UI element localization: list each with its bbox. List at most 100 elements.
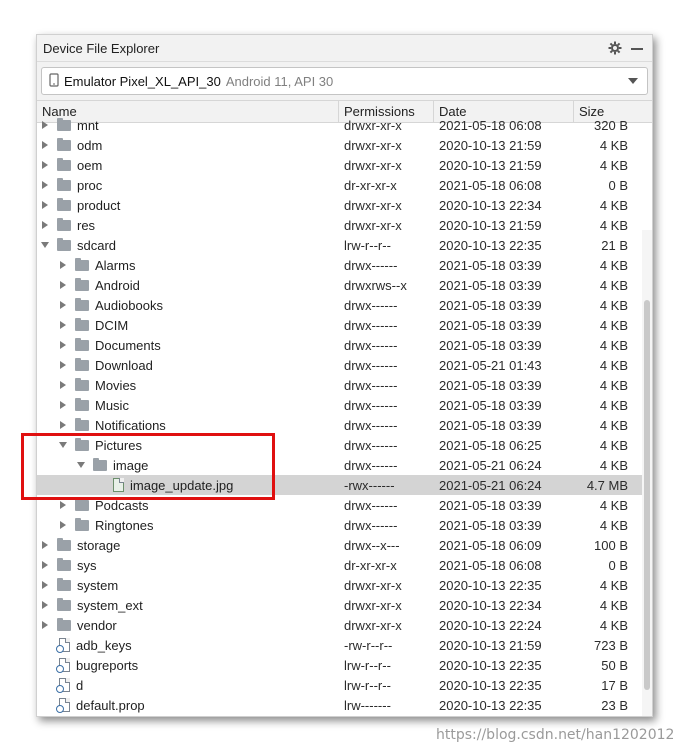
file-link-icon [56, 678, 70, 693]
folder-icon [57, 577, 71, 591]
table-row[interactable]: Documents drwx------ 2021-05-18 03:39 4 KB [37, 335, 652, 355]
permissions-cell: lrw-r--r-- [344, 657, 391, 673]
table-row[interactable]: proc dr-xr-xr-x 2021-05-18 06:08 0 B [37, 175, 652, 195]
expand-arrow-icon[interactable] [39, 199, 51, 211]
expand-arrow-icon[interactable] [39, 219, 51, 231]
size-cell: 23 B [601, 697, 628, 713]
minimize-icon[interactable] [628, 39, 646, 57]
expand-arrow-icon[interactable] [39, 539, 51, 551]
table-row[interactable]: Audiobooks drwx------ 2021-05-18 03:39 4 KB [37, 295, 652, 315]
table-row[interactable]: Ringtones drwx------ 2021-05-18 03:39 4 KB [37, 515, 652, 535]
table-row[interactable]: d lrw-r--r-- 2020-10-13 22:35 17 B [37, 675, 652, 695]
expand-arrow-icon[interactable] [57, 399, 69, 411]
table-row[interactable]: sys dr-xr-xr-x 2021-05-18 06:08 0 B [37, 555, 652, 575]
gear-icon[interactable] [606, 39, 624, 57]
name-cell: system_ext [37, 597, 339, 613]
table-row[interactable]: bugreports lrw-r--r-- 2020-10-13 22:35 50 B [37, 655, 652, 675]
table-row[interactable]: system drwxr-xr-x 2020-10-13 22:35 4 KB [37, 575, 652, 595]
expand-arrow-icon[interactable] [57, 279, 69, 291]
table-row[interactable]: image drwx------ 2021-05-21 06:24 4 KB [37, 455, 652, 475]
table-row[interactable]: oem drwxr-xr-x 2020-10-13 21:59 4 KB [37, 155, 652, 175]
name-cell: res [37, 217, 339, 233]
table-row[interactable]: adb_keys -rw-r--r-- 2020-10-13 21:59 723 B [37, 635, 652, 655]
permissions-cell: dr-xr-xr-x [344, 177, 397, 193]
date-cell: 2021-05-21 06:24 [439, 457, 542, 473]
expand-arrow-icon[interactable] [39, 179, 51, 191]
folder-icon [57, 157, 71, 171]
expand-arrow-icon[interactable] [57, 319, 69, 331]
table-row[interactable]: Music drwx------ 2021-05-18 03:39 4 KB [37, 395, 652, 415]
folder-icon [75, 357, 89, 371]
file-name: d [76, 677, 84, 693]
expand-arrow-icon[interactable] [57, 259, 69, 271]
size-cell: 4 KB [599, 597, 628, 613]
table-row[interactable]: odm drwxr-xr-x 2020-10-13 21:59 4 KB [37, 135, 652, 155]
permissions-cell: drwx------ [344, 257, 398, 273]
size-cell: 4 KB [599, 517, 628, 533]
table-row[interactable]: Movies drwx------ 2021-05-18 03:39 4 KB [37, 375, 652, 395]
table-row[interactable]: storage drwx--x--- 2021-05-18 06:09 100 B [37, 535, 652, 555]
date-cell: 2020-10-13 21:59 [439, 637, 542, 653]
file-name: Pictures [95, 437, 142, 453]
permissions-cell: drwxr-xr-x [344, 117, 402, 133]
scrollbar-thumb[interactable] [644, 300, 650, 690]
size-cell: 21 B [601, 237, 628, 253]
device-name: Emulator Pixel_XL_API_30 [64, 73, 221, 89]
chevron-down-icon [628, 78, 638, 84]
date-cell: 2020-10-13 22:34 [439, 597, 542, 613]
name-cell: Podcasts [37, 497, 339, 513]
file-name: Android [95, 277, 140, 293]
folder-icon [93, 457, 107, 471]
collapse-arrow-icon[interactable] [39, 239, 51, 251]
collapse-arrow-icon[interactable] [57, 439, 69, 451]
date-cell: 2021-05-21 01:43 [439, 357, 542, 373]
device-dropdown[interactable]: Emulator Pixel_XL_API_30 Android 11, API… [41, 67, 648, 95]
permissions-cell: drwxrws--x [344, 277, 407, 293]
expand-arrow-icon[interactable] [57, 499, 69, 511]
expand-arrow-icon[interactable] [39, 599, 51, 611]
expand-arrow-icon[interactable] [39, 619, 51, 631]
expand-arrow-icon[interactable] [39, 139, 51, 151]
name-cell: vendor [37, 617, 339, 633]
table-row[interactable]: Alarms drwx------ 2021-05-18 03:39 4 KB [37, 255, 652, 275]
expand-arrow-icon[interactable] [57, 379, 69, 391]
folder-icon [57, 137, 71, 151]
date-cell: 2021-05-18 06:25 [439, 437, 542, 453]
table-row[interactable]: Podcasts drwx------ 2021-05-18 03:39 4 KB [37, 495, 652, 515]
file-name: bugreports [76, 657, 139, 673]
expand-arrow-icon[interactable] [39, 159, 51, 171]
vertical-scrollbar[interactable] [642, 230, 652, 716]
expand-arrow-icon[interactable] [39, 579, 51, 591]
table-row[interactable]: Pictures drwx------ 2021-05-18 06:25 4 KB [37, 435, 652, 455]
expand-arrow-icon[interactable] [57, 299, 69, 311]
table-row[interactable]: Android drwxrws--x 2021-05-18 03:39 4 KB [37, 275, 652, 295]
table-row[interactable]: Download drwx------ 2021-05-21 01:43 4 KB [37, 355, 652, 375]
name-cell: storage [37, 537, 339, 553]
date-cell: 2021-05-18 06:08 [439, 177, 542, 193]
table-row[interactable]: vendor drwxr-xr-x 2020-10-13 22:24 4 KB [37, 615, 652, 635]
file-name: mnt [77, 117, 99, 133]
table-row[interactable]: DCIM drwx------ 2021-05-18 03:39 4 KB [37, 315, 652, 335]
expand-arrow-icon[interactable] [57, 419, 69, 431]
table-row[interactable]: Notifications drwx------ 2021-05-18 03:39 4… [37, 415, 652, 435]
date-cell: 2021-05-18 03:39 [439, 297, 542, 313]
date-cell: 2021-05-21 06:24 [439, 477, 542, 493]
collapse-arrow-icon[interactable] [75, 459, 87, 471]
table-row[interactable]: product drwxr-xr-x 2020-10-13 22:34 4 KB [37, 195, 652, 215]
expand-arrow-icon[interactable] [57, 519, 69, 531]
file-name: Audiobooks [95, 297, 163, 313]
table-row[interactable]: sdcard lrw-r--r-- 2020-10-13 22:35 21 B [37, 235, 652, 255]
name-cell: d [37, 678, 339, 693]
expand-arrow-icon[interactable] [57, 339, 69, 351]
date-cell: 2021-05-18 03:39 [439, 497, 542, 513]
table-row[interactable]: res drwxr-xr-x 2020-10-13 21:59 4 KB [37, 215, 652, 235]
table-row[interactable]: system_ext drwxr-xr-x 2020-10-13 22:34 4 KB [37, 595, 652, 615]
table-row[interactable]: default.prop lrw------- 2020-10-13 22:35 23… [37, 695, 652, 715]
expand-arrow-icon[interactable] [39, 119, 51, 131]
table-row[interactable]: image_update.jpg -rwx------ 2021-05-21 06:… [37, 475, 652, 495]
table-row[interactable]: mnt drwxr-xr-x 2021-05-18 06:08 320 B [37, 115, 652, 135]
expand-arrow-icon[interactable] [57, 359, 69, 371]
device-bar: Emulator Pixel_XL_API_30 Android 11, API… [37, 62, 652, 100]
expand-arrow-icon[interactable] [39, 559, 51, 571]
